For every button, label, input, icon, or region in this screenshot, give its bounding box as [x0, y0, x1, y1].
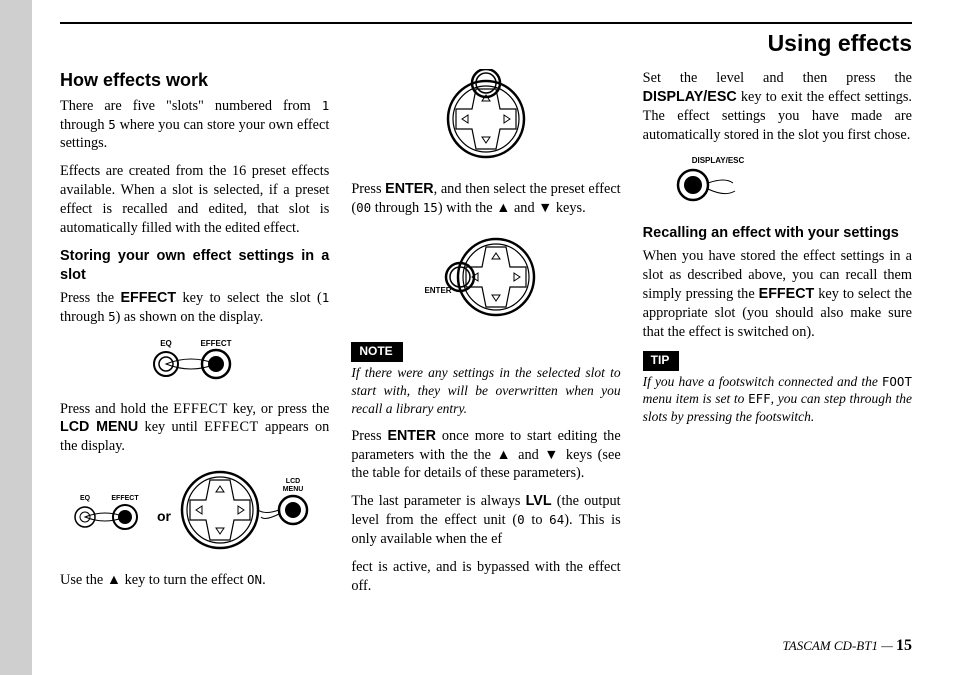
- eq-label: EQ: [160, 339, 172, 348]
- subhead-storing: Storing your own effect settings in a sl…: [60, 247, 329, 285]
- down-arrow-icon: ▼: [538, 200, 552, 216]
- paragraph: The last parameter is always LVL (the ou…: [351, 492, 620, 549]
- svg-text:or: or: [157, 508, 172, 524]
- tip-block: TIP If you have a footswitch connected a…: [643, 351, 912, 426]
- paragraph: When you have stored the effect settings…: [643, 247, 912, 341]
- down-arrow-icon: ▼: [544, 447, 560, 463]
- body-columns: How effects work There are five "slots" …: [60, 69, 912, 621]
- dpad-up-icon: [426, 69, 546, 164]
- up-arrow-icon: ▲: [107, 572, 121, 588]
- paragraph: Effects are created from the 16 preset e…: [60, 162, 329, 237]
- tip-text: If you have a footswitch connected and t…: [643, 373, 912, 426]
- paragraph: Press ENTER, and then select the preset …: [351, 180, 620, 218]
- page-footer: TASCAM CD-BT1 — 15: [782, 637, 912, 655]
- note-block: NOTE If there were any settings in the s…: [351, 342, 620, 417]
- figure-dpad-up: [351, 69, 620, 170]
- paragraph: Press ENTER once more to start editing t…: [351, 427, 620, 484]
- up-arrow-icon: ▲: [496, 200, 510, 216]
- effect-label: EFFECT: [200, 339, 231, 348]
- paragraph: Use the ▲ key to turn the effect ON.: [60, 571, 329, 590]
- up-arrow-icon: ▲: [496, 447, 512, 463]
- display-esc-icon: DISPLAY/ESC: [663, 153, 783, 208]
- figure-effect-or-dpad: EQ EFFECT or: [60, 465, 329, 561]
- footer-product: TASCAM CD-BT1 —: [782, 638, 896, 653]
- paragraph: Press and hold the EFFECT key, or press …: [60, 400, 329, 457]
- page-number: 15: [896, 637, 912, 654]
- eq-effect-icon: EQ EFFECT: [140, 336, 250, 384]
- manual-page: Using effects How effects work There are…: [32, 0, 954, 675]
- figure-eq-effect: EQ EFFECT: [60, 336, 329, 390]
- subhead-recalling: Recalling an effect with your settings: [643, 224, 912, 243]
- svg-text:LCD: LCD: [285, 478, 299, 485]
- top-rule: [60, 22, 912, 24]
- tip-label: TIP: [643, 351, 680, 371]
- paragraph: fect is active, and is bypassed with the…: [351, 558, 620, 596]
- svg-text:MENU: MENU: [282, 486, 303, 493]
- note-text: If there were any settings in the select…: [351, 364, 620, 417]
- svg-text:EQ: EQ: [80, 495, 91, 502]
- svg-text:ENTER: ENTER: [424, 286, 451, 295]
- page-title: Using effects: [60, 30, 912, 57]
- figure-display-esc: DISPLAY/ESC: [643, 153, 912, 214]
- svg-text:EFFECT: EFFECT: [111, 495, 139, 502]
- paragraph: Set the level and then press the DISPLAY…: [643, 69, 912, 144]
- note-label: NOTE: [351, 342, 402, 362]
- paragraph: There are five "slots" numbered from 1 t…: [60, 97, 329, 154]
- effect-or-dpad-icon: EQ EFFECT or: [65, 465, 325, 555]
- dpad-enter-icon: ENTER: [416, 227, 556, 327]
- svg-text:DISPLAY/ESC: DISPLAY/ESC: [691, 156, 744, 165]
- figure-dpad-enter: ENTER: [351, 227, 620, 333]
- section-heading: How effects work: [60, 69, 329, 93]
- paragraph: Press the EFFECT key to select the slot …: [60, 289, 329, 327]
